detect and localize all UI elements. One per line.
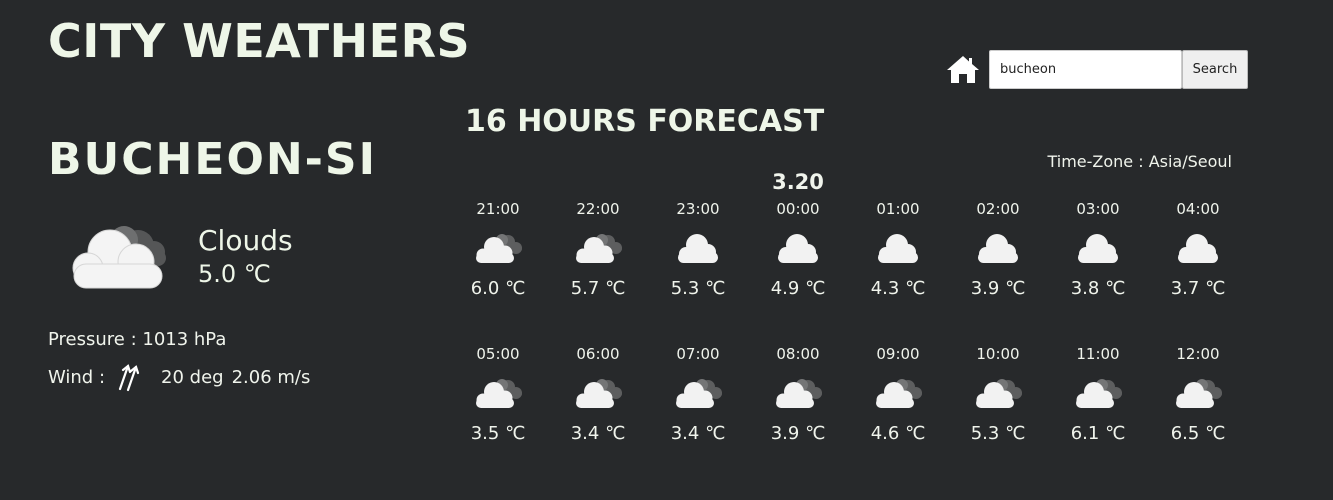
forecast-temp: 4.9 ℃ <box>770 278 826 299</box>
broken-clouds-icon <box>470 228 526 268</box>
broken-clouds-icon <box>870 373 926 413</box>
forecast-hour: 23:00 5.3 ℃ <box>648 200 748 299</box>
forecast-time: 05:00 <box>476 345 520 363</box>
forecast-time: 04:00 <box>1176 200 1220 218</box>
forecast-hour: 00:00 4.9 ℃ <box>748 200 848 299</box>
forecast-temp: 3.9 ℃ <box>970 278 1026 299</box>
cloud-icon <box>1070 228 1126 268</box>
wind-direction-icon <box>115 362 145 392</box>
forecast-temp: 3.7 ℃ <box>1170 278 1226 299</box>
broken-clouds-icon <box>670 373 726 413</box>
forecast-hour: 09:00 4.6 ℃ <box>848 345 948 444</box>
city-name: BUCHEON-SI <box>48 134 377 185</box>
date-label: 3.20 <box>772 170 824 194</box>
forecast-time: 06:00 <box>576 345 620 363</box>
forecast-temp: 3.8 ℃ <box>1070 278 1126 299</box>
cloud-icon <box>1170 228 1226 268</box>
forecast-temp: 3.5 ℃ <box>470 423 526 444</box>
broken-clouds-icon <box>1070 373 1126 413</box>
timezone-label: Time-Zone : Asia/Seoul <box>1047 152 1232 171</box>
forecast-time: 07:00 <box>676 345 720 363</box>
forecast-temp: 5.3 ℃ <box>970 423 1026 444</box>
broken-clouds-icon <box>570 373 626 413</box>
forecast-time: 23:00 <box>676 200 720 218</box>
forecast-time: 09:00 <box>876 345 920 363</box>
broken-clouds-icon <box>1170 373 1226 413</box>
wind-degree: 20 deg <box>161 366 224 388</box>
forecast-hour: 07:00 3.4 ℃ <box>648 345 748 444</box>
forecast-hour: 10:00 5.3 ℃ <box>948 345 1048 444</box>
forecast-temp: 5.3 ℃ <box>670 278 726 299</box>
forecast-temp: 3.4 ℃ <box>570 423 626 444</box>
forecast-hour: 01:00 4.3 ℃ <box>848 200 948 299</box>
cloud-icon <box>870 228 926 268</box>
forecast-hour: 02:00 3.9 ℃ <box>948 200 1048 299</box>
broken-clouds-icon <box>770 373 826 413</box>
forecast-temp: 3.4 ℃ <box>670 423 726 444</box>
forecast-hour: 04:00 3.7 ℃ <box>1148 200 1248 299</box>
cloud-icon <box>670 228 726 268</box>
current-temperature: 5.0 ℃ <box>198 260 271 288</box>
forecast-temp: 6.5 ℃ <box>1170 423 1226 444</box>
broken-clouds-icon <box>970 373 1026 413</box>
forecast-temp: 6.1 ℃ <box>1070 423 1126 444</box>
forecast-time: 02:00 <box>976 200 1020 218</box>
forecast-temp: 5.7 ℃ <box>570 278 626 299</box>
forecast-time: 11:00 <box>1076 345 1120 363</box>
forecast-time: 01:00 <box>876 200 920 218</box>
app-title: CITY WEATHERS <box>48 14 471 68</box>
wind-speed: 2.06 m/s <box>231 366 311 388</box>
forecast-temp: 4.3 ℃ <box>870 278 926 299</box>
forecast-hour: 21:00 6.0 ℃ <box>448 200 548 299</box>
forecast-time: 10:00 <box>976 345 1020 363</box>
home-icon[interactable] <box>946 54 980 84</box>
forecast-hour: 22:00 5.7 ℃ <box>548 200 648 299</box>
forecast-hour: 11:00 6.1 ℃ <box>1048 345 1148 444</box>
forecast-temp: 4.6 ℃ <box>870 423 926 444</box>
broken-clouds-icon <box>66 212 176 296</box>
broken-clouds-icon <box>570 228 626 268</box>
wind-label: Wind : <box>48 366 106 388</box>
forecast-hour: 08:00 3.9 ℃ <box>748 345 848 444</box>
forecast-hour: 12:00 6.5 ℃ <box>1148 345 1248 444</box>
pressure-info: Pressure : 1013 hPa <box>48 329 227 350</box>
forecast-time: 00:00 <box>776 200 820 218</box>
broken-clouds-icon <box>470 373 526 413</box>
search-button[interactable]: Search <box>1182 50 1248 89</box>
wind-info: Wind : 20 deg 2.06 m/s <box>48 362 310 392</box>
forecast-time: 08:00 <box>776 345 820 363</box>
forecast-time: 21:00 <box>476 200 520 218</box>
cloud-icon <box>770 228 826 268</box>
forecast-time: 12:00 <box>1176 345 1220 363</box>
forecast-hour: 03:00 3.8 ℃ <box>1048 200 1148 299</box>
forecast-time: 22:00 <box>576 200 620 218</box>
search-input[interactable] <box>989 50 1182 89</box>
forecast-hour: 05:00 3.5 ℃ <box>448 345 548 444</box>
forecast-temp: 6.0 ℃ <box>470 278 526 299</box>
forecast-hour: 06:00 3.4 ℃ <box>548 345 648 444</box>
forecast-title: 16 HOURS FORECAST <box>465 104 825 139</box>
forecast-temp: 3.9 ℃ <box>770 423 826 444</box>
cloud-icon <box>970 228 1026 268</box>
current-condition: Clouds <box>198 224 293 257</box>
forecast-time: 03:00 <box>1076 200 1120 218</box>
